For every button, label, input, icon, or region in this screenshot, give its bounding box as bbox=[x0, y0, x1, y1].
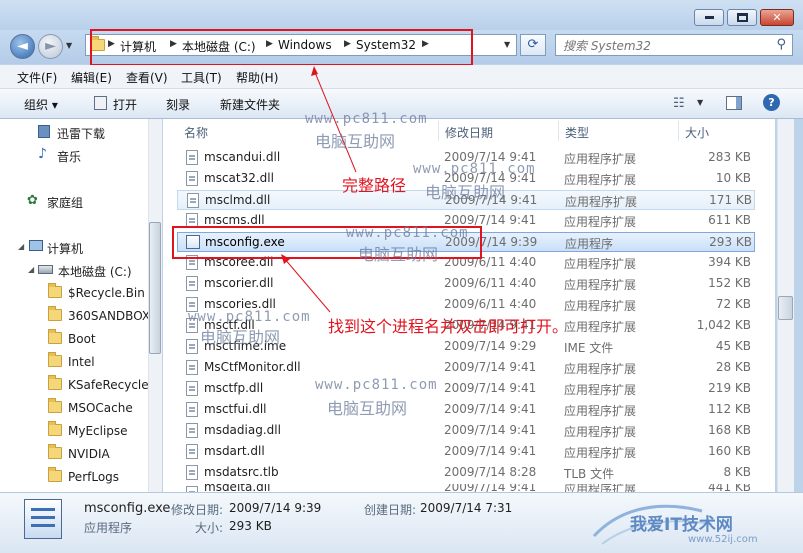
path-arrow-line bbox=[313, 69, 357, 173]
details-created-value: 2009/7/14 7:31 bbox=[420, 501, 513, 515]
details-created-label: 创建日期: bbox=[364, 503, 417, 517]
icon-line bbox=[31, 508, 55, 511]
site-logo-watermark: 我爱IT技术网 www.52ij.com bbox=[592, 496, 797, 551]
logo-url: www.52ij.com bbox=[688, 534, 758, 545]
details-file-type: 应用程序 bbox=[84, 521, 133, 535]
annotation-full-path: 完整路径 bbox=[342, 176, 407, 195]
details-size-label: 大小: bbox=[195, 521, 224, 535]
msconfig-arrow-line bbox=[283, 257, 331, 313]
icon-line bbox=[31, 524, 55, 527]
path-arrow-head bbox=[311, 66, 318, 76]
annotation-instruction: 找到这个进程名并双击即可打开。 bbox=[328, 317, 569, 336]
details-file-name: msconfig.exe bbox=[84, 501, 171, 516]
annotation-arrows bbox=[281, 66, 357, 313]
details-size-value: 293 KB bbox=[229, 519, 272, 533]
msconfig-arrow-head bbox=[281, 254, 290, 264]
details-modified-label: 修改日期: bbox=[171, 503, 224, 517]
logo-text: 我爱IT技术网 bbox=[630, 515, 733, 535]
msconfig-large-icon bbox=[24, 499, 62, 539]
details-modified-value: 2009/7/14 9:39 bbox=[229, 501, 322, 515]
icon-line bbox=[31, 516, 55, 519]
